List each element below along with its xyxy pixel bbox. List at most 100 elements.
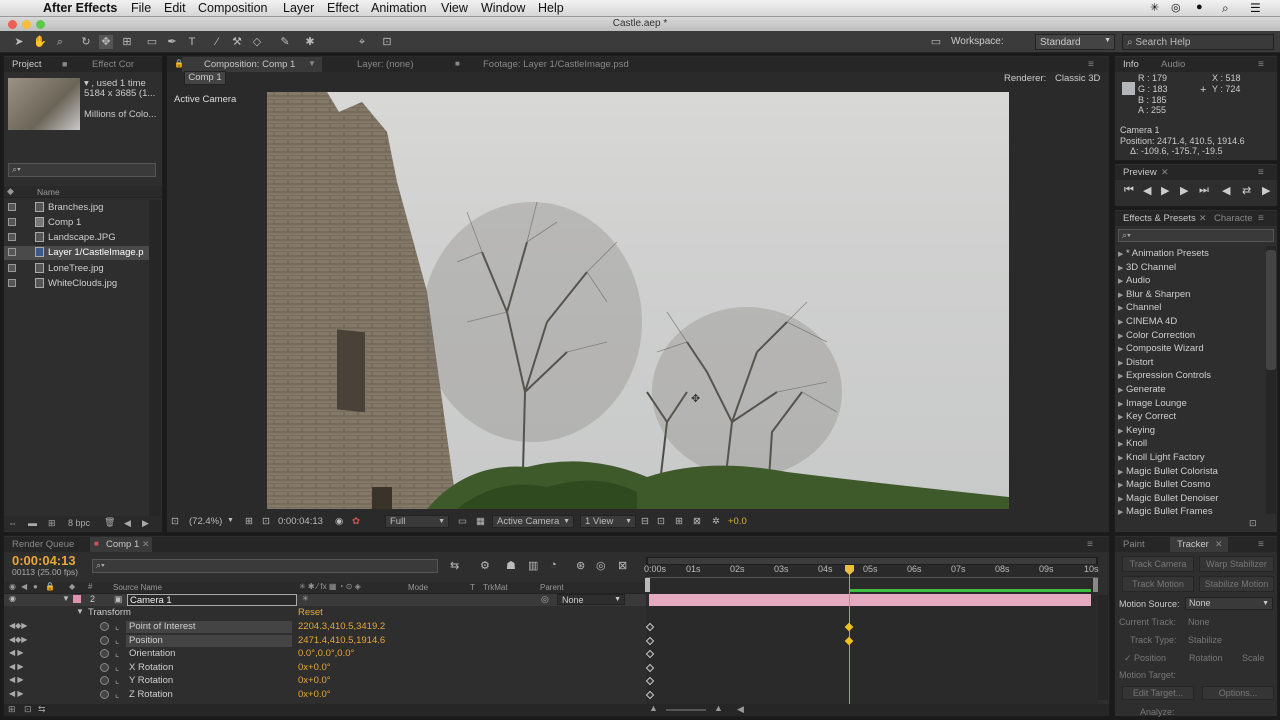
stopwatch-icon[interactable] [100,622,109,631]
layer-switch-icon[interactable]: ✳ [302,594,309,603]
workspace-select[interactable]: Standard ▼ [1035,34,1115,50]
keyframe-navigator[interactable]: ◀ ▶ [9,675,24,684]
lock-column-icon[interactable]: 🔒 [45,582,55,591]
mode-header[interactable]: Mode [408,583,428,592]
graph-icon[interactable]: ⌞ [115,635,119,646]
zoom-in-icon[interactable]: ▲ [714,703,723,713]
label-swatch[interactable] [8,264,16,272]
rotation-label[interactable]: Rotation [1189,653,1223,663]
reset-exposure-icon[interactable]: ✲ [712,516,720,527]
toggle-modes-icon[interactable]: ⊡ [24,704,32,715]
property-name[interactable]: Point of Interest [129,621,196,632]
effect-category-item[interactable]: Image Lounge [1126,398,1187,409]
view-layout-select[interactable]: 1 View ▼ [580,515,636,528]
project-item-branches[interactable]: Branches.jpg [48,202,103,213]
puppet-pin-tool-icon[interactable]: ✱ [303,35,317,49]
panel-menu-icon[interactable]: ≡ [1258,167,1264,178]
draft-3d-icon[interactable]: ⚙ [480,559,490,572]
eraser-tool-icon[interactable]: ◇ [250,35,264,49]
project-item-castle-image[interactable]: Layer 1/CastleImage.p [48,247,144,258]
effect-category-item[interactable]: CINEMA 4D [1126,316,1177,327]
keyframe-navigator[interactable]: ◀ ▶ [9,648,24,657]
expand-triangle-icon[interactable]: ▶ [1118,440,1123,448]
orbit-camera-tool-icon[interactable]: ✥ [99,35,113,49]
brainstorm-icon[interactable]: ⊛ [576,559,585,572]
solo-column-icon[interactable]: ● [33,582,38,591]
label-swatch[interactable] [8,248,16,256]
pan-behind-tool-icon[interactable]: ⊞ [120,35,134,49]
new-folder-icon[interactable]: ▬ [28,518,37,528]
search-help-input[interactable]: ⌕ Search Help [1122,34,1274,50]
app-menu[interactable]: After Effects [43,1,117,15]
current-time-field[interactable]: 0:00:04:13 [278,516,323,527]
number-column-icon[interactable]: # [88,582,92,591]
effect-category-item[interactable]: Magic Bullet Denoiser [1126,493,1218,504]
stopwatch-icon[interactable] [100,662,109,672]
tab-render-queue[interactable]: Render Queue [12,539,74,550]
3d-view-select[interactable]: Active Camera ▼ [492,515,574,528]
expand-triangle-icon[interactable]: ▶ [1118,359,1123,367]
track-motion-button[interactable]: Track Motion [1122,576,1194,592]
trash-icon[interactable]: 🗑 [104,517,115,528]
property-name[interactable]: Y Rotation [129,675,173,686]
last-frame-icon[interactable]: ⏭ [1199,184,1209,197]
panel-menu-icon[interactable]: ≡ [1258,59,1264,70]
tab-layer[interactable]: Layer: (none) [357,59,414,70]
exposure-value[interactable]: +0.0 [728,516,747,527]
stopwatch-icon[interactable] [100,690,109,699]
tab-composition-comp-1[interactable]: Composition: Comp 1 [204,59,295,70]
comp-navigator-button[interactable]: Comp 1 [184,71,226,85]
first-frame-icon[interactable]: ⏮ [1124,184,1134,197]
trkmat-header[interactable]: TrkMat [483,583,508,592]
keyframe-navigator[interactable]: ◀◆▶ [9,635,27,644]
close-icon[interactable]: ✕ [1215,539,1223,550]
tab-tracker[interactable]: Tracker [1177,539,1209,550]
menu-view[interactable]: View [441,1,468,15]
effect-category-item[interactable]: Distort [1126,357,1153,368]
expand-triangle-icon[interactable]: ▶ [1118,318,1123,326]
close-icon[interactable]: ✕ [142,539,150,550]
minimize-window-button[interactable] [22,20,31,29]
zoom-slider[interactable] [666,709,706,711]
timeline-scrollbar[interactable] [1098,595,1108,700]
close-icon[interactable]: ■ [62,59,67,69]
resolution-select[interactable]: Full ▼ [385,515,449,528]
panel-menu-icon[interactable]: ≡ [1087,539,1093,550]
label-column-icon[interactable]: ◆ [69,582,75,591]
graph-icon[interactable]: ⌞ [115,662,119,673]
project-item-lonetree[interactable]: LoneTree.jpg [48,263,104,274]
menu-effect[interactable]: Effect [327,1,359,15]
menu-animation[interactable]: Animation [371,1,427,15]
layer-row-camera-1[interactable]: ◉ ▼ 2 ▣ Camera 1 ✳ ◎ None ▼ [4,594,646,606]
label-swatch[interactable] [8,203,16,211]
property-value[interactable]: 2471.4,410.5,1914.6 [298,635,385,646]
effect-category-item[interactable]: Magic Bullet Cosmo [1126,479,1210,490]
effect-category-item[interactable]: Composite Wizard [1126,343,1204,354]
timeline-icon[interactable]: ⊞ [675,516,683,527]
close-icon[interactable]: ■ [455,59,460,68]
rotate-tool-icon[interactable]: ↻ [79,35,93,49]
effect-category-item[interactable]: Knoll [1126,438,1147,449]
options-button[interactable]: Options... [1202,686,1274,700]
keyframe-navigator[interactable]: ◀ ▶ [9,662,24,671]
property-value[interactable]: 0.0°,0.0°,0.0° [298,648,354,659]
roto-brush-tool-icon[interactable]: ✎ [278,35,292,49]
toggle-inout-icon[interactable]: ⇆ [38,704,46,715]
rectangle-tool-icon[interactable]: ▭ [145,35,159,49]
effect-category-item[interactable]: Knoll Light Factory [1126,452,1205,463]
expand-triangle-icon[interactable]: ▶ [1118,304,1123,312]
menu-composition[interactable]: Composition [198,1,267,15]
expand-triangle-icon[interactable]: ▶ [1118,468,1123,476]
expand-triangle-icon[interactable]: ▶ [1118,277,1123,285]
notification-icon[interactable]: ☰ [1250,1,1261,15]
effect-category-item[interactable]: Expression Controls [1126,370,1211,381]
tab-paint[interactable]: Paint [1123,539,1145,550]
tab-footage[interactable]: Footage: Layer 1/CastleImage.psd [483,59,629,70]
scroll-left-icon[interactable]: ◀ [737,704,744,715]
property-value[interactable]: 0x+0.0° [298,662,331,673]
label-swatch[interactable] [8,233,16,241]
graph-editor-icon[interactable]: ⊠ [618,559,627,572]
graph-icon[interactable]: ⌞ [115,648,119,659]
stabilize-motion-button[interactable]: Stabilize Motion [1199,576,1274,592]
warp-stabilizer-button[interactable]: Warp Stabilizer [1199,556,1274,572]
